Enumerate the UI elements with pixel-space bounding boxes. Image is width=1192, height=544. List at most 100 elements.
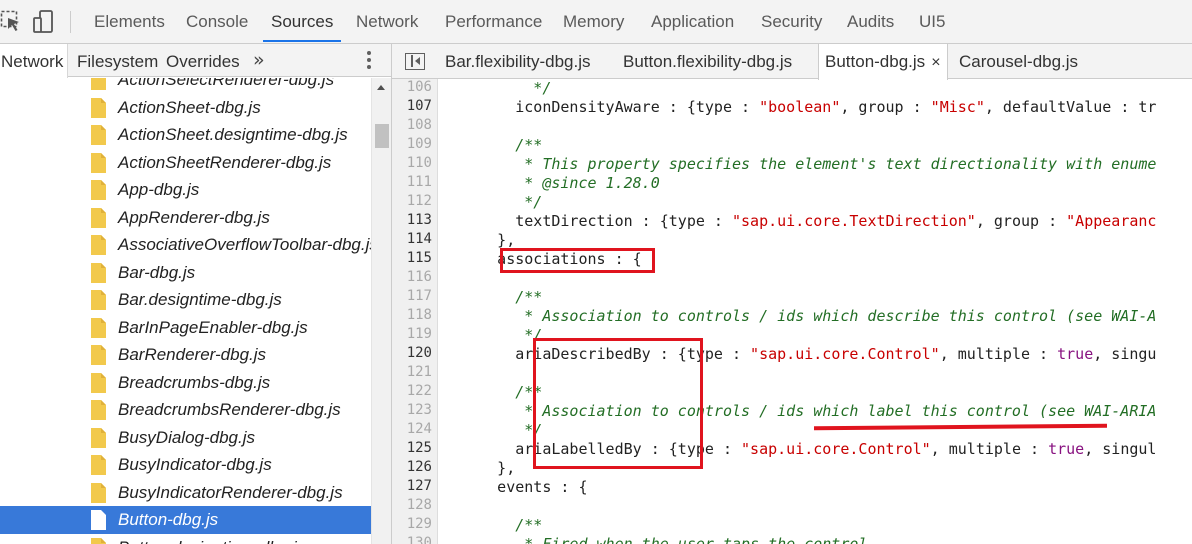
line-number: 109 <box>406 136 432 152</box>
tab-application[interactable]: Application <box>651 0 734 44</box>
file-name: BusyIndicator-dbg.js <box>118 455 272 474</box>
line-number: 112 <box>406 193 432 209</box>
tab-performance[interactable]: Performance <box>445 0 542 44</box>
script-file-icon <box>91 152 106 173</box>
line-number: 116 <box>406 269 432 285</box>
tab-memory[interactable]: Memory <box>563 0 624 44</box>
navigator-tab-filesystem[interactable]: Filesystem <box>77 44 158 77</box>
script-file-icon <box>91 345 106 365</box>
code-comment-line: * Fired when the user taps the control. <box>515 535 877 544</box>
code-comment-line: */ <box>515 193 543 211</box>
tab-ui5[interactable]: UI5 <box>919 0 945 44</box>
tab-elements[interactable]: Elements <box>94 0 165 44</box>
line-number: 124 <box>406 421 432 437</box>
editor-tab-carousel[interactable]: Carousel-dbg.js <box>959 44 1078 79</box>
toggle-navigator-icon[interactable] <box>405 53 425 70</box>
file-item[interactable]: ActionSheetRenderer-dbg.js <box>0 149 371 177</box>
script-file-icon <box>91 262 106 283</box>
scrollbar-thumb[interactable] <box>375 124 389 148</box>
file-item[interactable]: Button.designtime-dbg.js <box>0 534 371 544</box>
toolbar-separator <box>70 11 71 33</box>
file-name: BreadcrumbsRenderer-dbg.js <box>118 400 341 419</box>
line-number: 118 <box>406 307 432 323</box>
file-item[interactable]: BreadcrumbsRenderer-dbg.js <box>0 396 371 424</box>
file-name: Button.designtime-dbg.js <box>118 534 305 544</box>
annotation-underline <box>813 423 1108 431</box>
navigator-tabs: Network Filesystem Overrides » <box>0 44 391 78</box>
tab-console[interactable]: Console <box>186 0 248 44</box>
file-tree: ActionSelectRenderer-dbg.js ActionSheet-d… <box>0 78 371 544</box>
line-number: 125 <box>406 440 432 456</box>
navigator-tab-overrides[interactable]: Overrides <box>166 44 240 77</box>
more-options-icon[interactable] <box>367 51 373 71</box>
devtools-toolbar: Elements Console Sources Network Perform… <box>0 0 1192 44</box>
file-item[interactable]: BusyIndicator-dbg.js <box>0 451 371 479</box>
editor-tab-button-dbg[interactable]: Button-dbg.js × <box>818 44 948 80</box>
navigator-tab-network[interactable]: Network <box>0 44 68 78</box>
file-item[interactable]: BusyDialog-dbg.js <box>0 424 371 452</box>
code-comment-line: /** <box>515 516 543 534</box>
script-file-icon <box>91 207 106 228</box>
line-number: 122 <box>406 383 432 399</box>
file-icon <box>91 510 106 530</box>
line-number: 110 <box>406 155 432 171</box>
script-file-icon <box>91 455 106 475</box>
script-file-icon <box>91 482 106 503</box>
line-number: 121 <box>406 364 432 380</box>
line-number: 108 <box>406 117 432 133</box>
file-name: Bar-dbg.js <box>118 262 196 282</box>
code-comment-line: /** <box>515 288 543 306</box>
tab-sources[interactable]: Sources <box>262 0 342 44</box>
file-name: AppRenderer-dbg.js <box>118 207 270 227</box>
file-name: Bar.designtime-dbg.js <box>118 290 282 309</box>
file-item[interactable]: AssociativeOverflowToolbar-dbg.js <box>0 231 371 259</box>
editor-tab-bar-flexibility[interactable]: Bar.flexibility-dbg.js <box>445 44 591 79</box>
line-number: 119 <box>406 326 432 342</box>
code-line: iconDensityAware : {type : "boolean", gr… <box>515 98 1157 116</box>
line-number: 123 <box>406 402 432 418</box>
script-file-icon <box>91 400 106 420</box>
code-line: }, <box>497 459 516 477</box>
tab-network[interactable]: Network <box>356 0 418 44</box>
file-item[interactable]: App-dbg.js <box>0 176 371 204</box>
file-item[interactable]: ActionSelectRenderer-dbg.js <box>0 78 371 94</box>
file-item[interactable]: Bar.designtime-dbg.js <box>0 286 371 314</box>
line-number: 128 <box>406 497 432 513</box>
file-item[interactable]: BarRenderer-dbg.js <box>0 341 371 369</box>
file-name: BusyDialog-dbg.js <box>118 427 256 447</box>
inspect-element-icon[interactable] <box>0 10 22 38</box>
file-name: Breadcrumbs-dbg.js <box>118 372 271 392</box>
editor-tab-label: Button-dbg.js <box>825 52 926 71</box>
more-tabs-chevron-icon[interactable]: » <box>253 49 265 71</box>
file-name: ActionSelectRenderer-dbg.js <box>118 78 335 89</box>
code-line: textDirection : {type : "sap.ui.core.Tex… <box>515 212 1157 230</box>
line-number: 111 <box>406 174 432 190</box>
line-number: 106 <box>406 79 432 95</box>
script-file-icon <box>91 125 106 145</box>
file-item[interactable]: Button-dbg.js <box>0 506 371 534</box>
device-toolbar-icon[interactable] <box>33 10 59 38</box>
file-item[interactable]: ActionSheet-dbg.js <box>0 94 371 122</box>
file-name: ActionSheet.designtime-dbg.js <box>118 125 348 144</box>
line-number: 113 <box>406 212 432 228</box>
file-item[interactable]: Breadcrumbs-dbg.js <box>0 369 371 397</box>
scroll-up-arrow-icon[interactable] <box>377 85 385 90</box>
file-name: BarInPageEnabler-dbg.js <box>118 317 308 337</box>
file-name: AssociativeOverflowToolbar-dbg.js <box>118 235 371 254</box>
script-file-icon <box>91 235 106 255</box>
line-number: 115 <box>406 250 432 266</box>
file-item[interactable]: BarInPageEnabler-dbg.js <box>0 314 371 342</box>
close-tab-icon[interactable]: × <box>931 54 940 71</box>
script-file-icon <box>91 537 106 544</box>
file-tree-scrollbar[interactable] <box>371 78 391 544</box>
tab-audits[interactable]: Audits <box>847 0 894 44</box>
file-item[interactable]: Bar-dbg.js <box>0 259 371 287</box>
file-item[interactable]: BusyIndicatorRenderer-dbg.js <box>0 479 371 507</box>
line-number: 126 <box>406 459 432 475</box>
file-item[interactable]: AppRenderer-dbg.js <box>0 204 371 232</box>
script-file-icon <box>91 78 106 90</box>
script-file-icon <box>91 427 106 448</box>
file-item[interactable]: ActionSheet.designtime-dbg.js <box>0 121 371 149</box>
tab-security[interactable]: Security <box>761 0 822 44</box>
editor-tab-button-flexibility[interactable]: Button.flexibility-dbg.js <box>623 44 792 79</box>
